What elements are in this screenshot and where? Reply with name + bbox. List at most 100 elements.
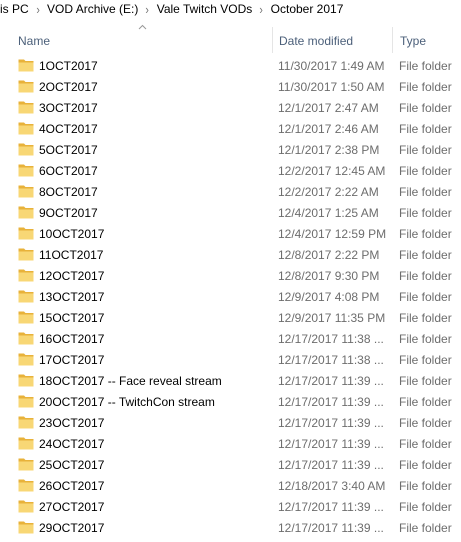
file-name: 17OCT2017: [39, 353, 105, 367]
folder-icon: [18, 269, 34, 282]
folder-icon: [18, 500, 34, 513]
file-name: 10OCT2017: [39, 227, 105, 241]
file-name: 15OCT2017: [39, 311, 105, 325]
file-type: File folder: [399, 185, 452, 199]
file-row[interactable]: 13OCT2017 12/9/2017 4:08 PM File folder: [0, 287, 461, 308]
file-date-modified: 12/17/2017 11:38 ...: [278, 332, 384, 346]
folder-icon: [18, 521, 34, 534]
breadcrumb-separator-icon[interactable]: ›: [146, 2, 149, 17]
file-date-modified: 12/8/2017 2:22 PM: [278, 248, 380, 262]
file-name: 2OCT2017: [39, 80, 98, 94]
file-name: 1OCT2017: [39, 59, 98, 73]
file-row[interactable]: 4OCT2017 12/1/2017 2:46 AM File folder: [0, 119, 461, 140]
breadcrumb: is PC › VOD Archive (E:) › Vale Twitch V…: [0, 0, 461, 18]
file-type: File folder: [399, 374, 452, 388]
breadcrumb-item-october-2017[interactable]: October 2017: [271, 2, 344, 16]
column-divider[interactable]: [392, 27, 393, 53]
file-name: 27OCT2017: [39, 500, 105, 514]
folder-icon: [18, 227, 34, 240]
file-row[interactable]: 24OCT2017 12/17/2017 11:39 ... File folder: [0, 434, 461, 455]
file-row[interactable]: 1OCT2017 11/30/2017 1:49 AM File folder: [0, 56, 461, 77]
breadcrumb-separator-icon[interactable]: ›: [260, 2, 263, 17]
file-row[interactable]: 5OCT2017 12/1/2017 2:38 PM File folder: [0, 140, 461, 161]
file-type: File folder: [399, 101, 452, 115]
file-type: File folder: [399, 311, 452, 325]
file-row[interactable]: 3OCT2017 12/1/2017 2:47 AM File folder: [0, 98, 461, 119]
file-type: File folder: [399, 80, 452, 94]
file-name: 16OCT2017: [39, 332, 105, 346]
breadcrumb-item-vale-twitch-vods[interactable]: Vale Twitch VODs: [157, 2, 253, 16]
file-row[interactable]: 27OCT2017 12/17/2017 11:39 ... File folder: [0, 497, 461, 518]
file-date-modified: 12/2/2017 2:22 AM: [278, 185, 379, 199]
file-type: File folder: [399, 206, 452, 220]
file-date-modified: 11/30/2017 1:49 AM: [278, 59, 385, 73]
file-row[interactable]: 16OCT2017 12/17/2017 11:38 ... File folder: [0, 329, 461, 350]
file-row[interactable]: 11OCT2017 12/8/2017 2:22 PM File folder: [0, 245, 461, 266]
breadcrumb-item-vod-archive[interactable]: VOD Archive (E:): [47, 2, 138, 16]
file-row[interactable]: 17OCT2017 12/17/2017 11:38 ... File folder: [0, 350, 461, 371]
folder-icon: [18, 395, 34, 408]
file-row[interactable]: 20OCT2017 -- TwitchCon stream 12/17/2017 …: [0, 392, 461, 413]
folder-icon: [18, 143, 34, 156]
file-row[interactable]: 29OCT2017 12/17/2017 11:39 ... File folder: [0, 518, 461, 539]
file-row[interactable]: 23OCT2017 12/17/2017 11:39 ... File folder: [0, 413, 461, 434]
file-type: File folder: [399, 437, 452, 451]
file-type: File folder: [399, 164, 452, 178]
file-date-modified: 12/1/2017 2:38 PM: [278, 143, 380, 157]
file-name: 11OCT2017: [39, 248, 104, 262]
file-row[interactable]: 26OCT2017 12/18/2017 3:40 AM File folder: [0, 476, 461, 497]
file-type: File folder: [399, 332, 452, 346]
folder-icon: [18, 332, 34, 345]
column-divider[interactable]: [272, 27, 273, 53]
folder-icon: [18, 374, 34, 387]
file-row[interactable]: 6OCT2017 12/2/2017 12:45 AM File folder: [0, 161, 461, 182]
file-row[interactable]: 9OCT2017 12/4/2017 1:25 AM File folder: [0, 203, 461, 224]
breadcrumb-item-this-pc[interactable]: is PC: [0, 2, 29, 16]
file-date-modified: 12/17/2017 11:39 ...: [278, 395, 384, 409]
file-date-modified: 12/1/2017 2:46 AM: [278, 122, 379, 136]
file-row[interactable]: 25OCT2017 12/17/2017 11:39 ... File folder: [0, 455, 461, 476]
folder-icon: [18, 248, 34, 261]
breadcrumb-separator-icon[interactable]: ›: [36, 2, 39, 17]
file-name: 18OCT2017 -- Face reveal stream: [39, 374, 222, 388]
file-date-modified: 12/9/2017 11:35 PM: [278, 311, 386, 325]
file-date-modified: 12/4/2017 1:25 AM: [278, 206, 379, 220]
file-name: 13OCT2017: [39, 290, 105, 304]
file-type: File folder: [399, 353, 452, 367]
file-row[interactable]: 8OCT2017 12/2/2017 2:22 AM File folder: [0, 182, 461, 203]
file-type: File folder: [399, 458, 452, 472]
folder-icon: [18, 80, 34, 93]
file-date-modified: 12/17/2017 11:39 ...: [278, 521, 384, 535]
folder-icon: [18, 59, 34, 72]
file-type: File folder: [399, 248, 452, 262]
file-date-modified: 12/17/2017 11:39 ...: [278, 437, 384, 451]
file-row[interactable]: 2OCT2017 11/30/2017 1:50 AM File folder: [0, 77, 461, 98]
file-date-modified: 12/17/2017 11:39 ...: [278, 458, 384, 472]
file-date-modified: 12/1/2017 2:47 AM: [278, 101, 379, 115]
folder-icon: [18, 437, 34, 450]
file-row[interactable]: 12OCT2017 12/8/2017 9:30 PM File folder: [0, 266, 461, 287]
file-type: File folder: [399, 416, 452, 430]
file-name: 20OCT2017 -- TwitchCon stream: [39, 395, 215, 409]
file-date-modified: 12/17/2017 11:39 ...: [278, 500, 384, 514]
folder-icon: [18, 353, 34, 366]
file-name: 8OCT2017: [39, 185, 98, 199]
file-date-modified: 12/17/2017 11:39 ...: [278, 374, 384, 388]
file-row[interactable]: 15OCT2017 12/9/2017 11:35 PM File folder: [0, 308, 461, 329]
file-name: 25OCT2017: [39, 458, 105, 472]
file-date-modified: 12/9/2017 4:08 PM: [278, 290, 380, 304]
folder-icon: [18, 164, 34, 177]
file-date-modified: 12/4/2017 12:59 PM: [278, 227, 387, 241]
file-date-modified: 12/17/2017 11:39 ...: [278, 416, 384, 430]
file-row[interactable]: 18OCT2017 -- Face reveal stream 12/17/201…: [0, 371, 461, 392]
folder-icon: [18, 479, 34, 492]
file-name: 29OCT2017: [39, 521, 105, 535]
folder-icon: [18, 416, 34, 429]
folder-icon: [18, 206, 34, 219]
folder-icon: [18, 458, 34, 471]
file-row[interactable]: 10OCT2017 12/4/2017 12:59 PM File folder: [0, 224, 461, 245]
column-header-name[interactable]: Name: [18, 32, 50, 50]
column-header-date-modified[interactable]: Date modified: [279, 32, 353, 50]
file-date-modified: 12/18/2017 3:40 AM: [278, 479, 386, 493]
column-header-type[interactable]: Type: [400, 32, 426, 50]
